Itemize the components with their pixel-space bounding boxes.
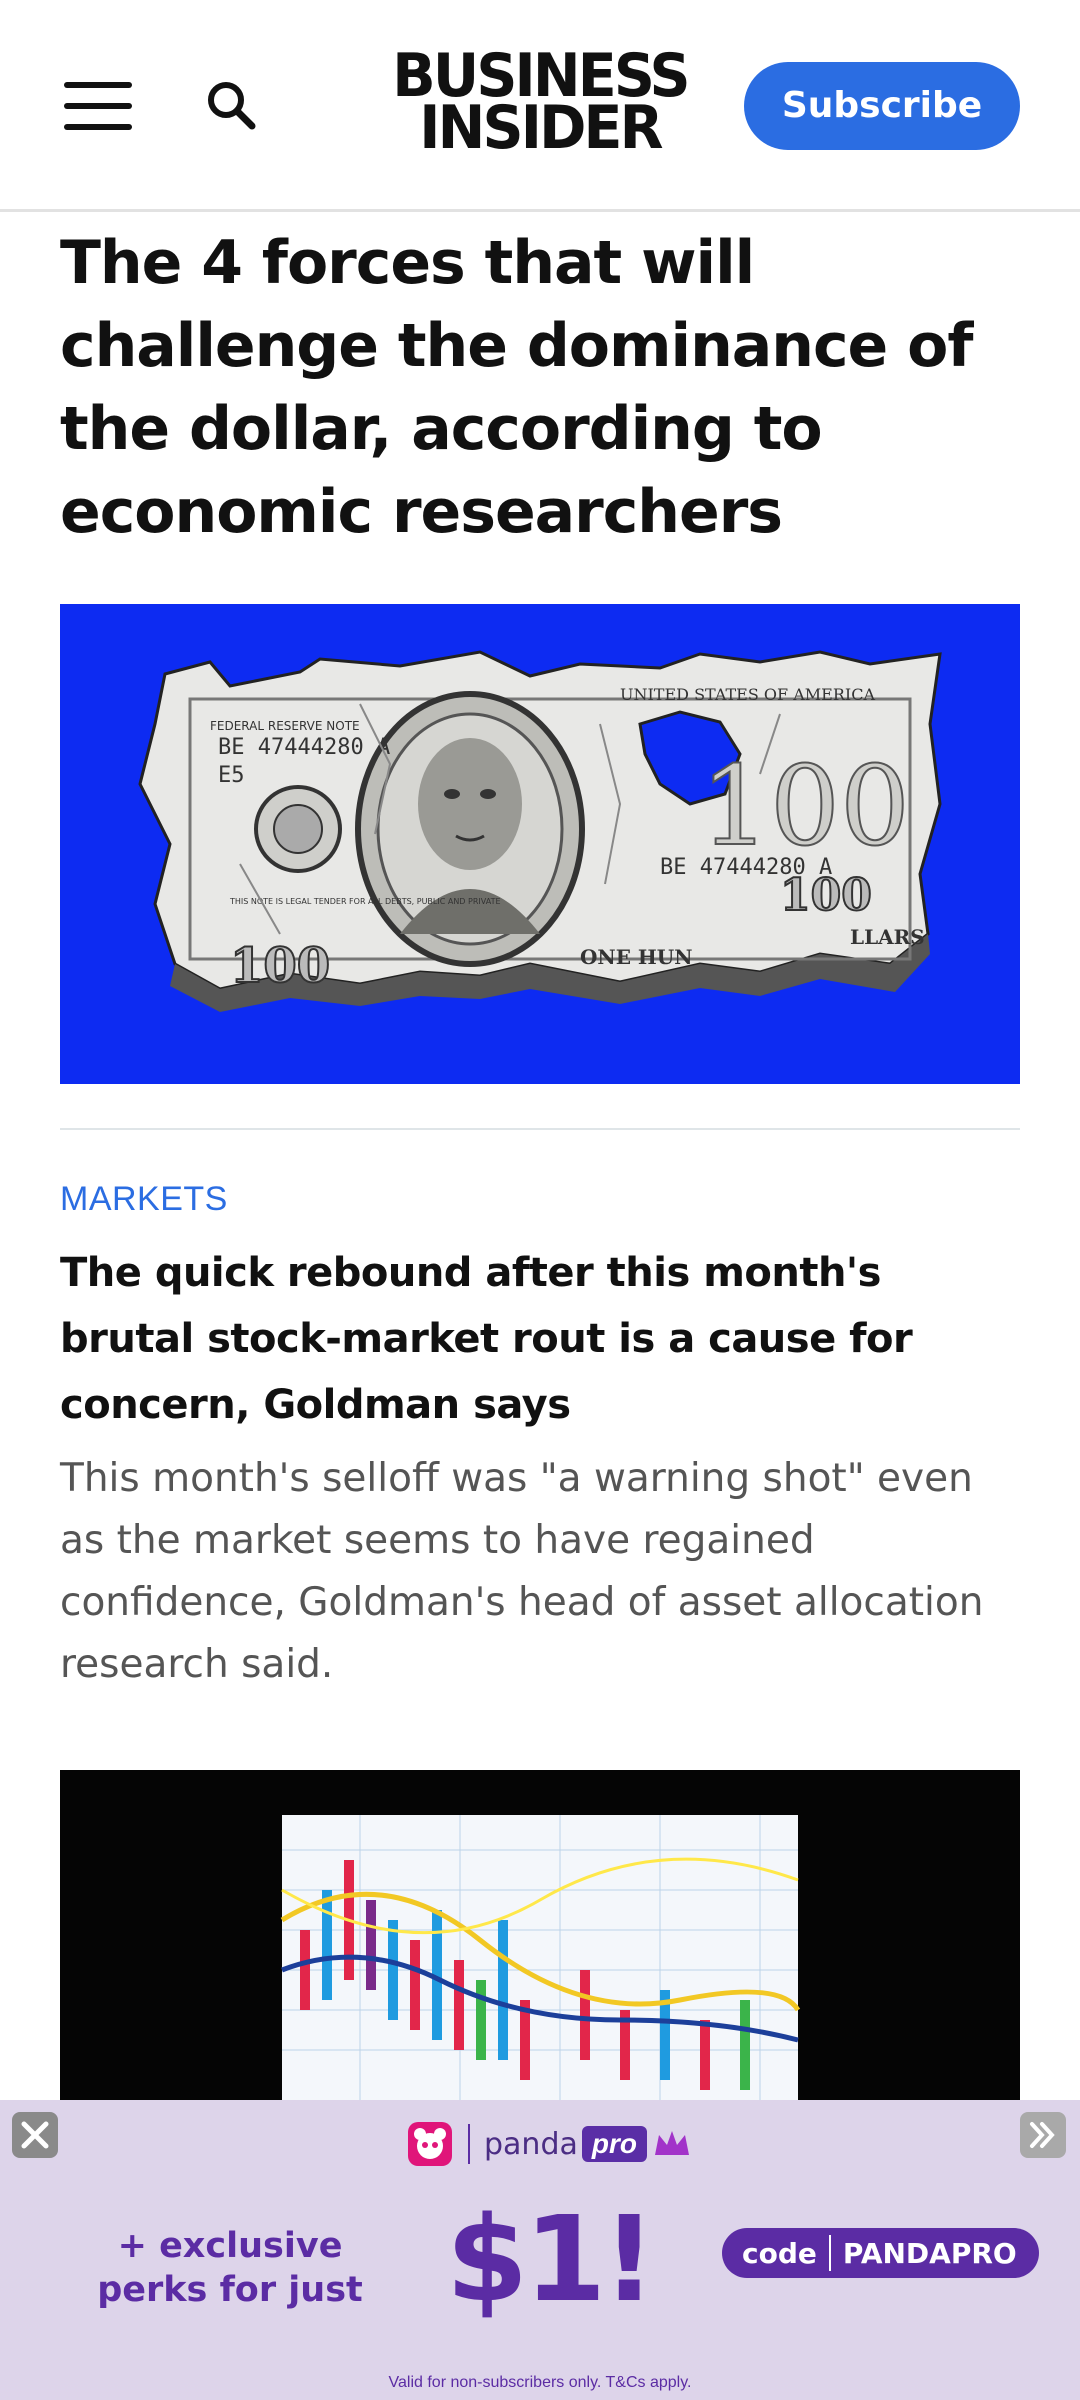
bill-federal-reserve: FEDERAL RESERVE NOTE	[210, 719, 360, 733]
bill-serial-short: E5	[218, 763, 245, 788]
story-thumbnail-image[interactable]	[60, 1770, 1020, 2100]
ad-code-label: code	[742, 2236, 817, 2270]
ad-banner[interactable]: panda pro + exclusive perks for just $1!…	[0, 2100, 1080, 2400]
section-divider	[60, 1128, 1020, 1130]
ad-brand-name: panda	[484, 2126, 578, 2162]
ad-brand-pro: pro	[581, 2126, 647, 2162]
ad-code-separator	[828, 2235, 831, 2271]
bill-denomination-right: 100	[780, 870, 872, 921]
close-icon[interactable]	[12, 2112, 58, 2158]
bill-denomination-bottom-left: 100	[230, 938, 330, 994]
story-title[interactable]: The quick rebound after this month's bru…	[60, 1240, 1020, 1438]
bill-one-hundred: ONE HUN	[580, 945, 693, 969]
search-icon[interactable]	[204, 78, 260, 134]
hero-image[interactable]: 100 BE 47444280 A E5 BE 47444280 A 100 1…	[60, 604, 1020, 1084]
ad-price: $1!	[446, 2190, 656, 2328]
ad-brand-logo: panda pro	[408, 2120, 691, 2168]
hamburger-menu-icon[interactable]	[64, 82, 132, 130]
ad-perks-text: + exclusive perks for just	[97, 2226, 363, 2310]
article-headline[interactable]: The 4 forces that will challenge the dom…	[60, 222, 1030, 554]
bill-united-states: UNITED STATES OF AMERICA	[620, 685, 875, 704]
bill-legal-tender: THIS NOTE IS LEGAL TENDER FOR ALL DEBTS,…	[229, 897, 501, 906]
business-insider-logo[interactable]: BUSINESS INSIDER	[380, 46, 700, 163]
site-header: BUSINESS INSIDER Subscribe	[0, 0, 1080, 212]
ad-logo-divider	[468, 2124, 470, 2164]
ad-promo-code[interactable]: code PANDAPRO	[722, 2228, 1039, 2278]
double-chevron-right-icon[interactable]	[1020, 2112, 1066, 2158]
crown-icon	[654, 2131, 689, 2155]
story-description: This month's selloff was "a warning shot…	[60, 1456, 984, 1687]
logo-line-2: INSIDER	[419, 93, 663, 163]
panda-icon	[408, 2122, 452, 2166]
ad-fine-print: Valid for non-subscribers only. T&Cs app…	[388, 2374, 692, 2391]
ad-code-value: PANDAPRO	[842, 2236, 1017, 2270]
bill-dollars: LLARS	[850, 925, 925, 949]
subscribe-button[interactable]: Subscribe	[744, 62, 1020, 150]
bill-serial-left: BE 47444280 A	[218, 735, 390, 760]
svg-text:100: 100	[700, 742, 910, 870]
story-category-link[interactable]: MARKETS	[60, 1180, 228, 1219]
